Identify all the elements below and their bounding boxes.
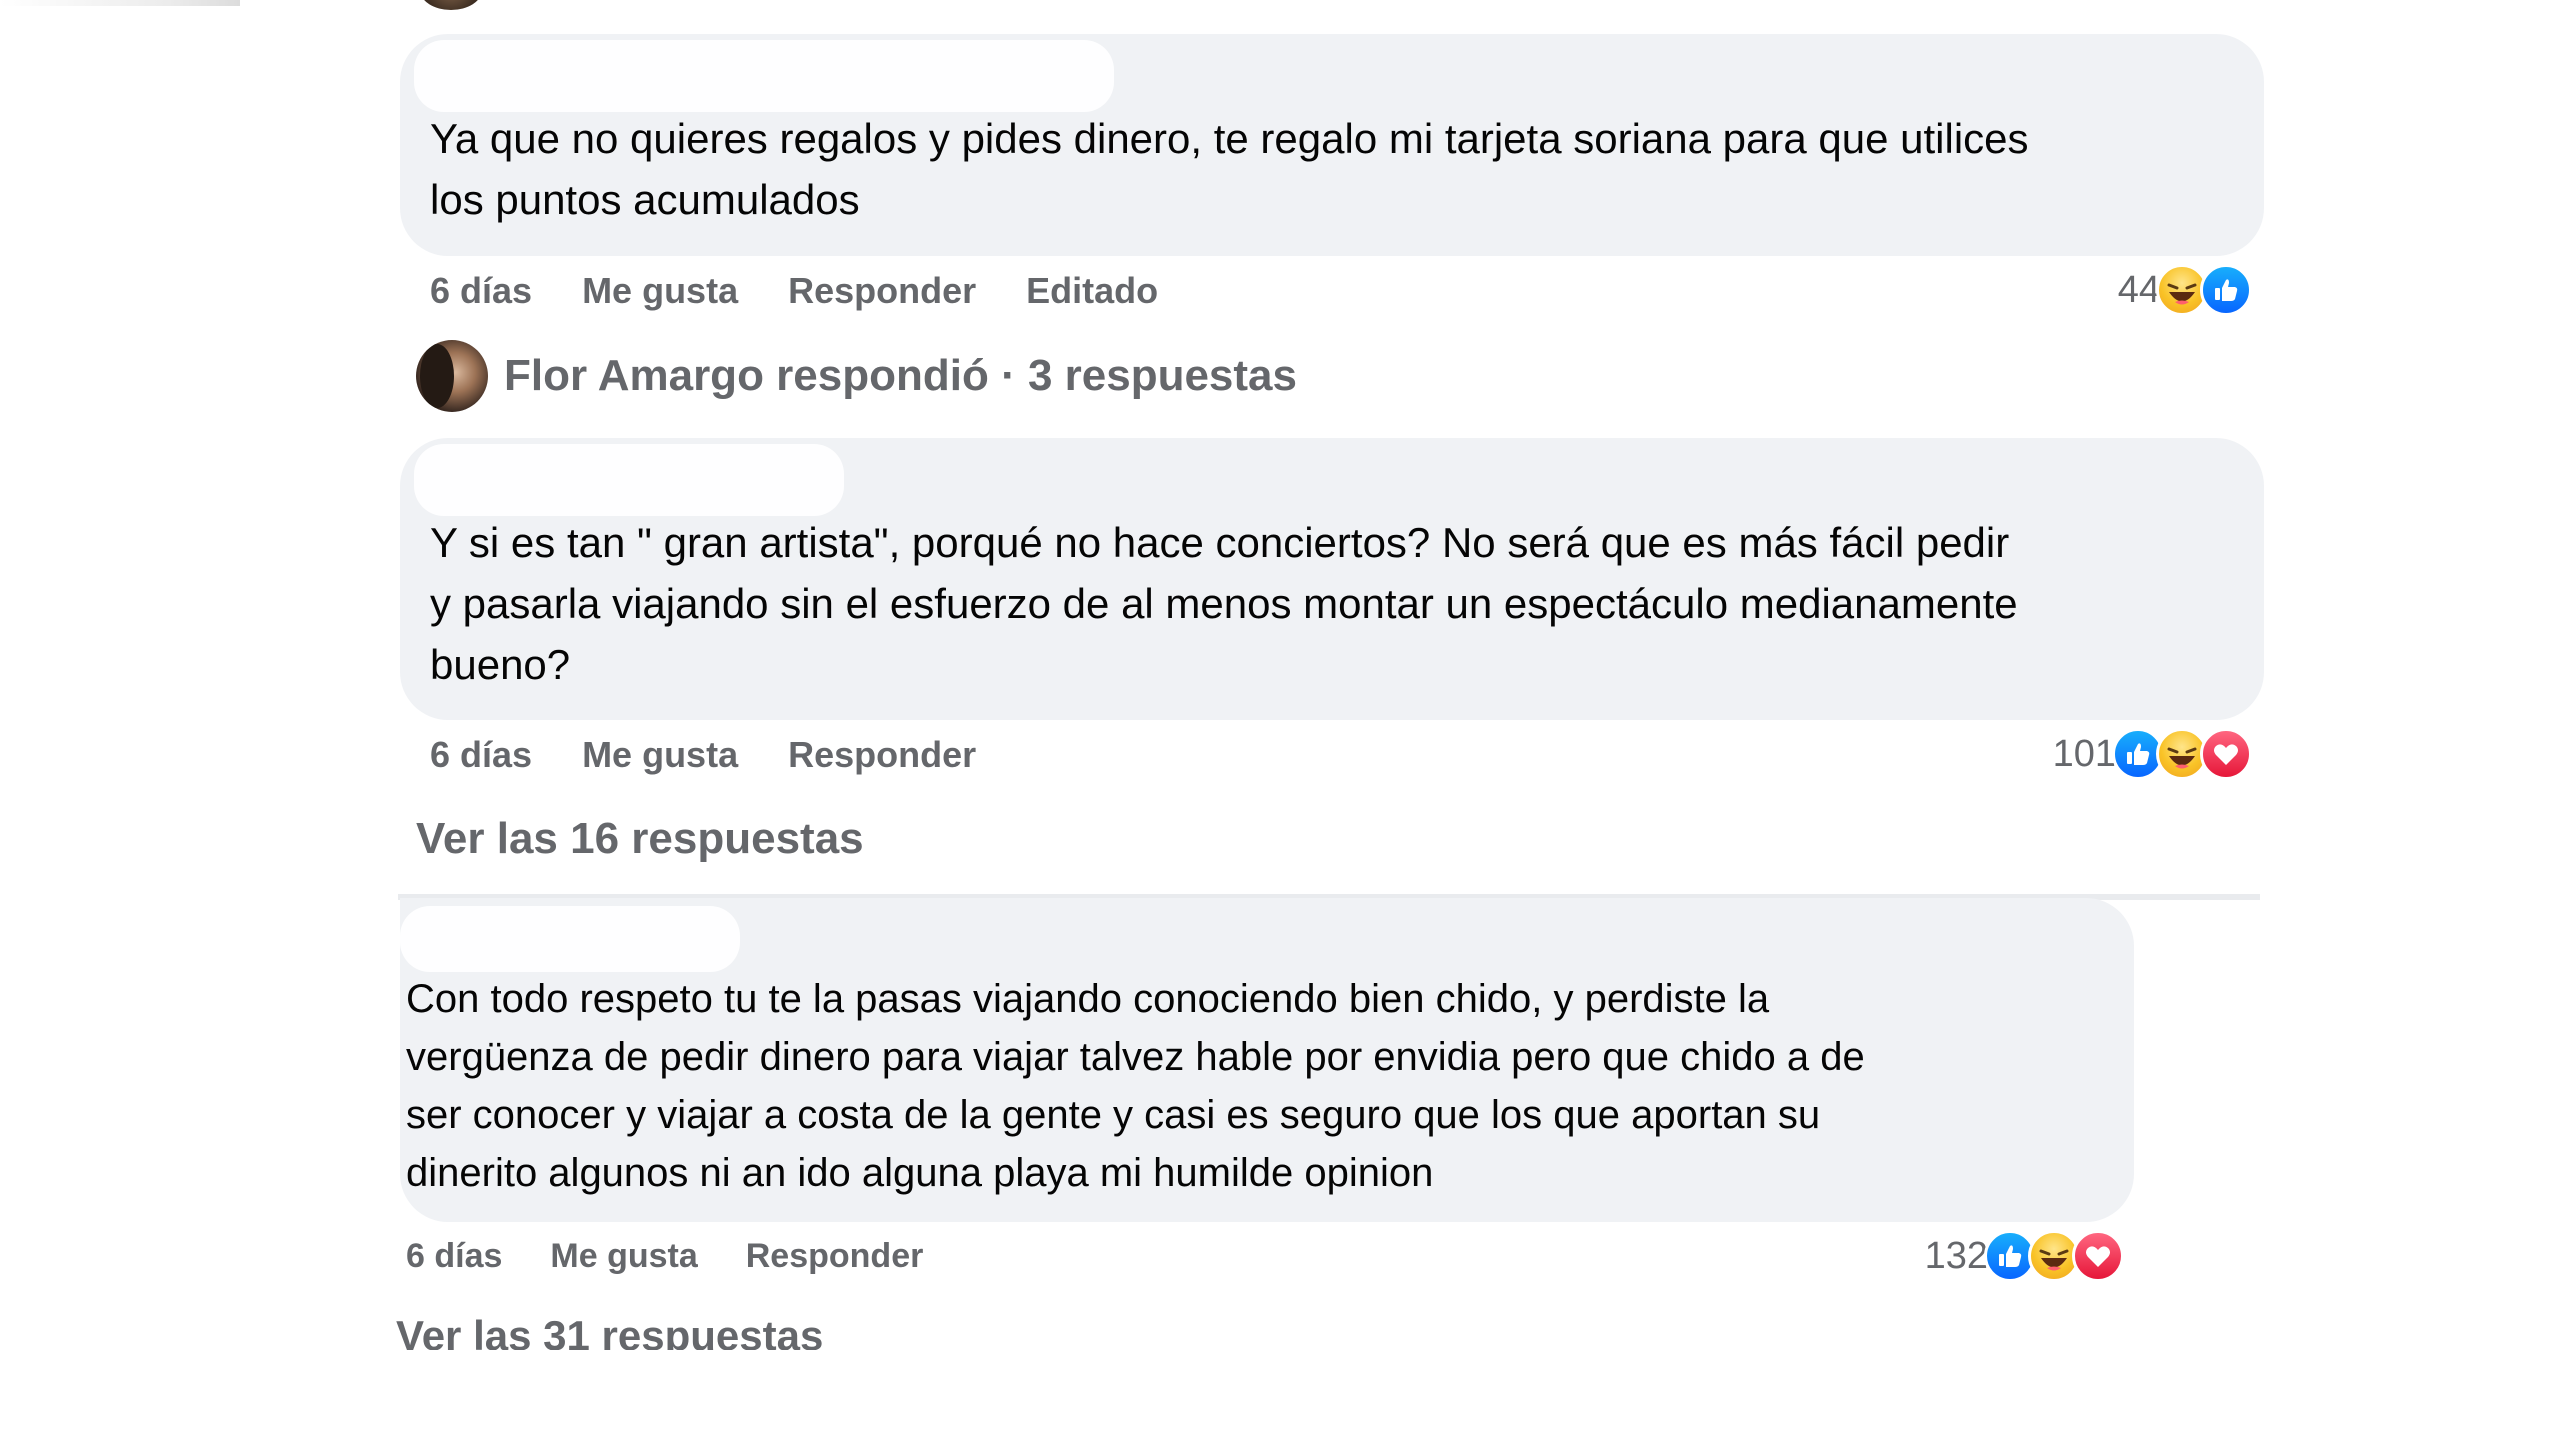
comment-author-name-redacted[interactable] <box>414 444 844 516</box>
comment-text: Y si es tan " gran artista", porqué no h… <box>430 519 2018 688</box>
reaction-count: 132 <box>1924 1234 1988 1277</box>
reaction-summary[interactable]: 132 <box>1925 1228 2124 1284</box>
view-replies-link[interactable]: Ver las 16 respuestas <box>416 814 864 864</box>
replier-avatar[interactable] <box>416 340 488 412</box>
love-icon <box>2072 1230 2124 1282</box>
comment-author-name-redacted[interactable] <box>414 40 1114 112</box>
love-icon <box>2200 728 2252 780</box>
comment-author-name-redacted[interactable] <box>400 906 740 972</box>
comment-text: Ya que no quieres regalos y pides dinero… <box>430 115 2029 223</box>
comment-timestamp[interactable]: 6 días <box>430 270 532 312</box>
comment-timestamp[interactable]: 6 días <box>406 1237 502 1276</box>
like-button[interactable]: Me gusta <box>582 270 738 312</box>
comment-actions: 6 días Me gusta Responder <box>406 1232 971 1280</box>
avatar[interactable] <box>420 0 482 10</box>
comment-actions: 6 días Me gusta Responder <box>430 730 1026 780</box>
like-icon <box>2200 264 2252 316</box>
like-button[interactable]: Me gusta <box>582 734 738 776</box>
reply-button[interactable]: Responder <box>788 734 976 776</box>
replies-summary[interactable]: Flor Amargo respondió · 3 respuestas <box>416 338 1297 414</box>
edited-label[interactable]: Editado <box>1026 270 1158 312</box>
bottom-edge-mask <box>0 1350 2560 1440</box>
comment-text: Con todo respeto tu te la pasas viajando… <box>406 977 1865 1195</box>
reply-button[interactable]: Responder <box>746 1237 924 1276</box>
reaction-count: 44 <box>2117 268 2160 311</box>
replies-summary-text[interactable]: Flor Amargo respondió · 3 respuestas <box>504 351 1297 401</box>
top-edge-strip <box>0 0 240 6</box>
reaction-summary[interactable]: 44 <box>2118 262 2252 318</box>
comment-timestamp[interactable]: 6 días <box>430 734 532 776</box>
like-button[interactable]: Me gusta <box>550 1237 697 1276</box>
reaction-summary[interactable]: 101 <box>2053 726 2252 782</box>
comment-actions: 6 días Me gusta Responder Editado <box>430 266 1208 316</box>
reply-button[interactable]: Responder <box>788 270 976 312</box>
reaction-count: 101 <box>2052 732 2116 775</box>
